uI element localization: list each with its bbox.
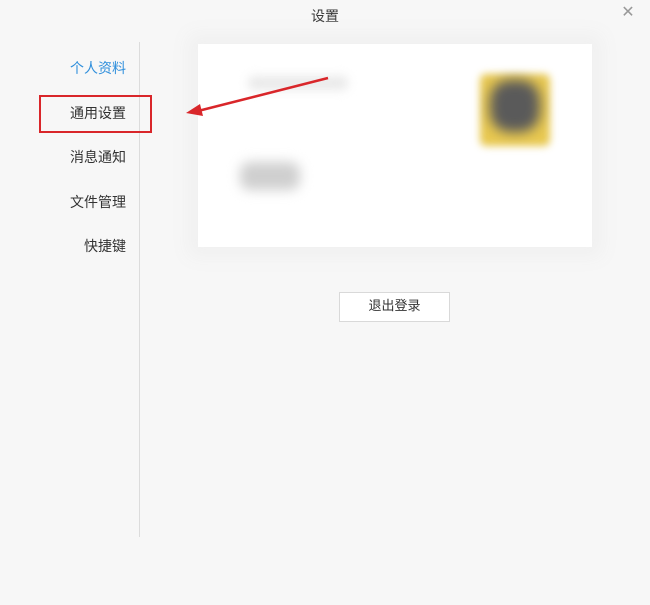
settings-window: 设置 ✕ 个人资料 通用设置 消息通知 文件管理 快捷键 退出登录 — [0, 0, 650, 605]
annotation-arrow — [186, 76, 329, 116]
